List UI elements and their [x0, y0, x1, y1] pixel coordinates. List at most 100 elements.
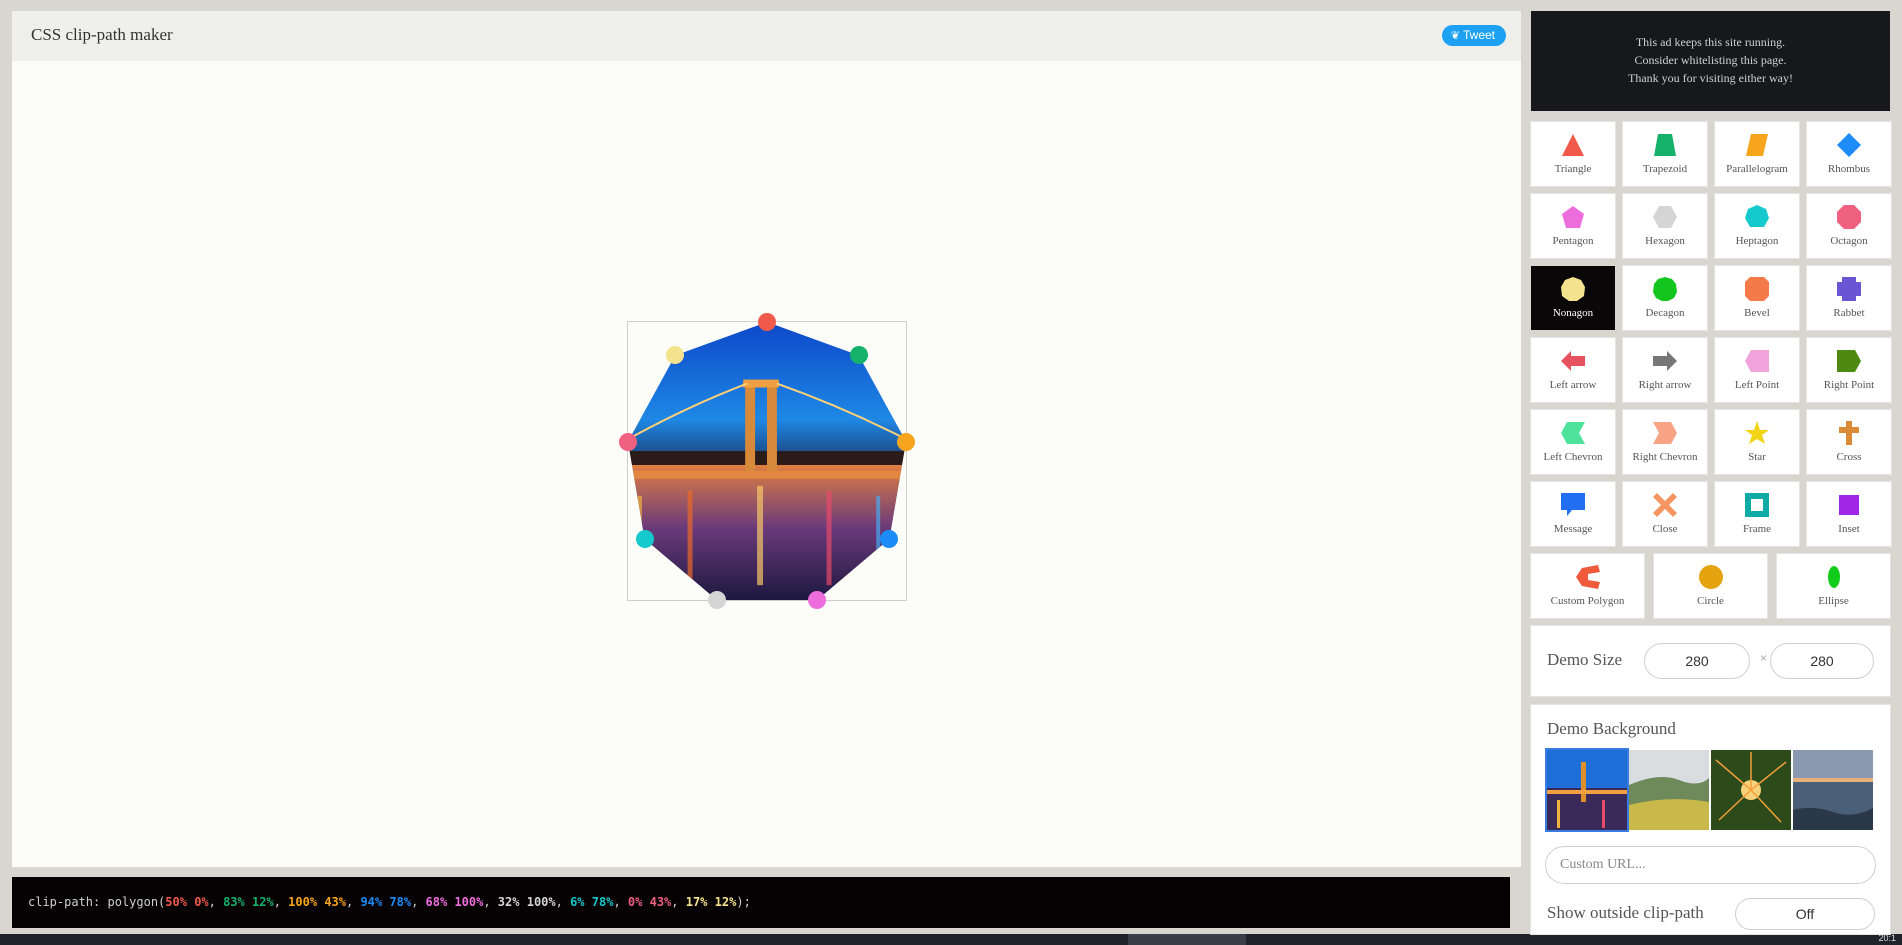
twitter-bird-icon: ❦ — [1450, 30, 1460, 42]
shape-parallelogram-button[interactable]: Parallelogram — [1715, 122, 1799, 186]
demo-height-input[interactable] — [1770, 643, 1874, 679]
shape-label: Message — [1553, 523, 1593, 535]
message-icon — [1561, 493, 1585, 516]
shape-label: Right Point — [1823, 379, 1875, 391]
shape-left-arrow-button[interactable]: Left arrow — [1531, 338, 1615, 402]
shape-right-point-button[interactable]: Right Point — [1807, 338, 1891, 402]
left-arrow-icon — [1561, 351, 1585, 371]
custom-url-input[interactable] — [1545, 846, 1876, 884]
shape-label: Triangle — [1554, 163, 1592, 175]
polygon-handle[interactable] — [849, 346, 868, 365]
demo-size-label: Demo Size — [1547, 650, 1623, 669]
shape-nonagon-button[interactable]: Nonagon — [1531, 266, 1615, 330]
demo-area — [12, 61, 1521, 867]
triangle-icon — [1562, 134, 1584, 156]
shape-label: Trapezoid — [1642, 163, 1688, 175]
trapezoid-icon — [1654, 134, 1676, 156]
shape-label: Ellipse — [1818, 595, 1849, 607]
code-suffix: ); — [736, 895, 751, 909]
shape-label: Nonagon — [1552, 307, 1594, 319]
shape-trapezoid-button[interactable]: Trapezoid — [1623, 122, 1707, 186]
parallelogram-icon — [1746, 134, 1768, 156]
shape-label: Rabbet — [1833, 307, 1865, 319]
shape-bevel-button[interactable]: Bevel — [1715, 266, 1799, 330]
shape-close-button[interactable]: Close — [1623, 482, 1707, 546]
shape-label: Decagon — [1645, 307, 1685, 319]
background-thumb-valley[interactable] — [1629, 750, 1709, 830]
code-point: 0% 43% — [627, 895, 672, 909]
shape-label: Left arrow — [1549, 379, 1597, 391]
polygon-handle[interactable] — [758, 313, 776, 331]
shape-cross-button[interactable]: Cross — [1807, 410, 1891, 474]
code-point: 6% 78% — [570, 895, 614, 909]
shape-right-arrow-button[interactable]: Right arrow — [1623, 338, 1707, 402]
shape-label: Bevel — [1744, 307, 1770, 319]
code-point: 83% 12% — [223, 895, 274, 909]
shape-rabbet-button[interactable]: Rabbet — [1807, 266, 1891, 330]
shape-decagon-button[interactable]: Decagon — [1623, 266, 1707, 330]
shape-pentagon-button[interactable]: Pentagon — [1531, 194, 1615, 258]
ad-line: This ad keeps this site running. — [1635, 35, 1786, 49]
demo-box — [619, 313, 915, 609]
left-chevron-icon — [1561, 422, 1585, 444]
shape-label: Pentagon — [1552, 235, 1594, 247]
shape-rhombus-button[interactable]: Rhombus — [1807, 122, 1891, 186]
shape-label: Inset — [1838, 523, 1860, 535]
background-thumb-seascape[interactable] — [1793, 750, 1873, 830]
polygon-handle[interactable] — [619, 432, 637, 451]
shape-label: Left Point — [1734, 379, 1780, 391]
cross-icon — [1839, 421, 1859, 445]
polygon-handle[interactable] — [635, 529, 654, 548]
main-panel: CSS clip-path maker ❦ Tweet — [12, 11, 1521, 867]
demo-width-input[interactable] — [1644, 643, 1750, 679]
shape-octagon-button[interactable]: Octagon — [1807, 194, 1891, 258]
polygon-handle[interactable] — [808, 591, 827, 609]
shape-label: Right arrow — [1638, 379, 1692, 391]
shape-custom-polygon-button[interactable]: Custom Polygon — [1531, 554, 1644, 618]
tweet-button[interactable]: ❦ Tweet — [1441, 25, 1506, 46]
shape-circle-button[interactable]: Circle — [1654, 554, 1767, 618]
code-point: 94% 78% — [360, 895, 412, 909]
shape-hexagon-button[interactable]: Hexagon — [1623, 194, 1707, 258]
shape-triangle-button[interactable]: Triangle — [1531, 122, 1615, 186]
taskbar: 20:1 — [0, 933, 1902, 945]
tweet-label: Tweet — [1462, 28, 1495, 42]
taskbar-active-item[interactable] — [1128, 934, 1246, 945]
demo-size-card: Demo Size × — [1531, 626, 1890, 696]
inset-icon — [1839, 495, 1859, 515]
code-point: 17% 12% — [685, 895, 737, 909]
polygon-handle[interactable] — [897, 432, 915, 451]
shape-right-chevron-button[interactable]: Right Chevron — [1623, 410, 1707, 474]
code-point: 68% 100% — [425, 895, 484, 909]
shape-left-point-button[interactable]: Left Point — [1715, 338, 1799, 402]
left-point-icon — [1745, 350, 1769, 372]
shape-inset-button[interactable]: Inset — [1807, 482, 1891, 546]
shape-star-button[interactable]: Star — [1715, 410, 1799, 474]
polygon-handle[interactable] — [707, 591, 726, 609]
shape-message-button[interactable]: Message — [1531, 482, 1615, 546]
shape-frame-button[interactable]: Frame — [1715, 482, 1799, 546]
shape-left-chevron-button[interactable]: Left Chevron — [1531, 410, 1615, 474]
circle-icon — [1699, 565, 1723, 589]
nonagon-icon — [1561, 277, 1585, 301]
code-point: 32% 100% — [497, 895, 556, 909]
custom-polygon-icon — [1576, 565, 1600, 589]
shape-label: Hexagon — [1645, 235, 1685, 247]
shape-label: Custom Polygon — [1550, 595, 1625, 607]
right-arrow-icon — [1653, 351, 1677, 371]
close-icon — [1653, 493, 1677, 517]
background-thumb-sparkler[interactable] — [1711, 750, 1791, 830]
star-icon — [1745, 421, 1769, 444]
ad-line: Thank you for visiting either way! — [1628, 71, 1793, 85]
ad-banner: This ad keeps this site running. Conside… — [1531, 11, 1890, 111]
background-thumb-bridge[interactable] — [1547, 750, 1627, 830]
shape-ellipse-button[interactable]: Ellipse — [1777, 554, 1890, 618]
shape-label: Frame — [1742, 523, 1772, 535]
bevel-icon — [1745, 277, 1769, 301]
show-outside-toggle[interactable]: Off — [1735, 898, 1875, 930]
code-output[interactable]: clip-path: polygon(50% 0%, 83% 12%, 100%… — [12, 877, 1510, 928]
octagon-icon — [1837, 205, 1861, 229]
shape-heptagon-button[interactable]: Heptagon — [1715, 194, 1799, 258]
right-chevron-icon — [1653, 422, 1677, 444]
page-title: CSS clip-path maker — [31, 25, 173, 44]
